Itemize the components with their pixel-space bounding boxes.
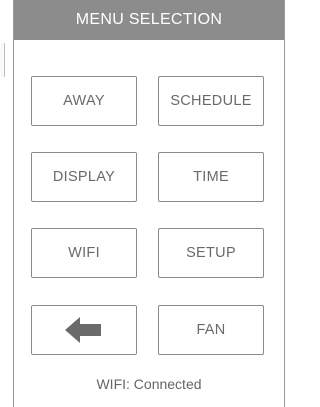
schedule-button[interactable]: SCHEDULE — [158, 76, 264, 126]
fan-button[interactable]: FAN — [158, 305, 264, 355]
left-arrow-icon — [65, 317, 103, 343]
away-button[interactable]: AWAY — [31, 76, 137, 126]
menu-header: MENU SELECTION — [14, 0, 284, 40]
setup-button[interactable]: SETUP — [158, 228, 264, 278]
menu-panel: MENU SELECTION AWAY SCHEDULE DISPLAY TIM… — [13, 0, 285, 407]
display-button-label: DISPLAY — [52, 169, 116, 185]
wifi-button-label: WIFI — [68, 245, 100, 261]
display-button[interactable]: DISPLAY — [31, 152, 137, 202]
menu-title: MENU SELECTION — [75, 11, 223, 28]
setup-button-label: SETUP — [186, 245, 236, 261]
away-button-label: AWAY — [63, 93, 105, 109]
wifi-button[interactable]: WIFI — [31, 228, 137, 278]
wifi-status: WIFI: Connected — [14, 376, 284, 392]
time-button[interactable]: TIME — [158, 152, 264, 202]
wifi-status-text: WIFI: Connected — [96, 376, 202, 392]
back-button[interactable] — [31, 305, 137, 355]
fan-button-label: FAN — [196, 322, 226, 338]
side-edge-decoration — [0, 43, 5, 77]
time-button-label: TIME — [193, 169, 229, 185]
schedule-button-label: SCHEDULE — [170, 93, 252, 109]
